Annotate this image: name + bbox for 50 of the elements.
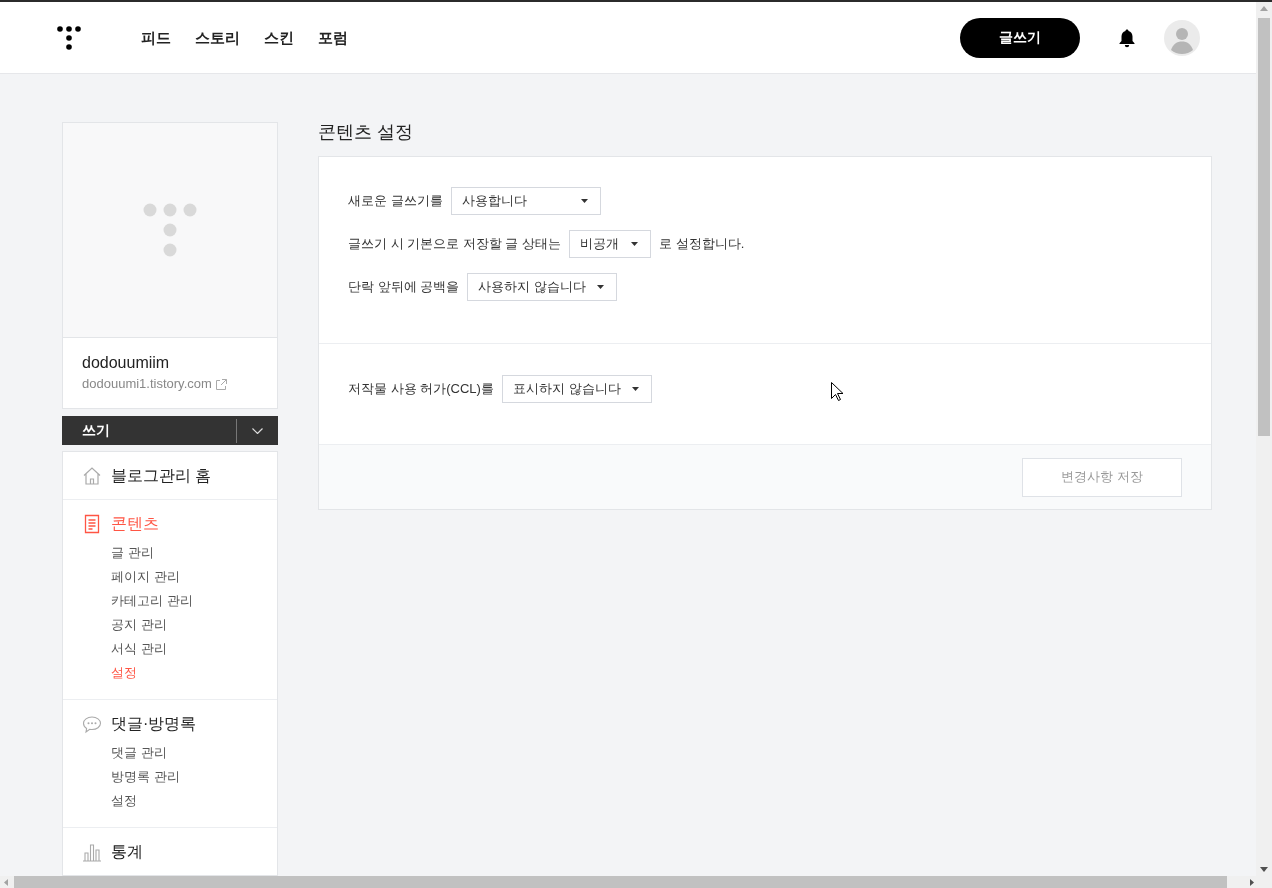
scrollbar-thumb[interactable]: [1258, 18, 1270, 436]
menu-item-link[interactable]: 서식 관리: [111, 637, 167, 661]
caret-down-icon: [597, 285, 605, 289]
speech-bubble-icon: [82, 714, 102, 734]
menu-item-link[interactable]: 방명록 관리: [111, 765, 180, 789]
nav-link[interactable]: 포럼: [318, 27, 348, 48]
write-button[interactable]: 글쓰기: [960, 17, 1080, 58]
menu-item-link[interactable]: 댓글 관리: [111, 741, 167, 765]
blog-name: dodouumiim: [82, 353, 171, 373]
menu-group-link[interactable]: 통계: [111, 841, 143, 863]
nav-link[interactable]: 스킨: [264, 27, 294, 48]
caret-down-icon: [580, 199, 588, 203]
mouse-cursor-icon: [831, 382, 843, 401]
avatar-icon[interactable]: [1164, 19, 1200, 56]
setting-label: 글쓰기 시 기본으로 저장할 글 상태는: [348, 235, 562, 254]
page-title: 콘텐츠 설정: [318, 121, 414, 143]
setting-label: 로 설정합니다.: [659, 235, 745, 254]
logo-icon[interactable]: [57, 25, 81, 50]
home-icon: [82, 466, 102, 486]
chevron-down-icon: [252, 427, 263, 434]
notification-bell-icon[interactable]: [1118, 27, 1136, 48]
menu-item-link[interactable]: 공지 관리: [111, 613, 167, 637]
caret-down-icon: [631, 387, 639, 391]
scroll-right-icon[interactable]: [1250, 878, 1254, 886]
vertical-scrollbar[interactable]: [1256, 2, 1272, 876]
nav-link[interactable]: 피드: [141, 27, 171, 48]
setting-label: 단락 앞뒤에 공백을: [348, 278, 460, 297]
bar-chart-icon: [82, 842, 102, 862]
menu-item-link[interactable]: 글 관리: [111, 541, 154, 565]
dropdown-select[interactable]: 사용하지 않습니다: [467, 273, 618, 301]
setting-label: 새로운 글쓰기를: [348, 192, 443, 211]
menu-item-link[interactable]: 카테고리 관리: [111, 589, 193, 613]
blog-url-link[interactable]: dodouumi1.tistory.com: [82, 375, 212, 393]
scroll-down-icon[interactable]: [1260, 867, 1268, 872]
scroll-up-icon[interactable]: [1260, 6, 1268, 11]
menu-group-link[interactable]: 댓글·방명록: [111, 713, 197, 735]
caret-down-icon: [631, 242, 639, 246]
document-icon: [82, 514, 102, 534]
dropdown-select[interactable]: 비공개: [569, 230, 652, 258]
write-button[interactable]: 쓰기: [62, 416, 236, 445]
menu-group-link[interactable]: 블로그관리 홈: [111, 465, 212, 487]
scroll-left-icon[interactable]: [4, 878, 8, 886]
nav-link[interactable]: 스토리: [195, 27, 240, 48]
menu-item-link[interactable]: 페이지 관리: [111, 565, 180, 589]
dropdown-select[interactable]: 사용합니다: [450, 187, 601, 215]
dropdown-select[interactable]: 표시하지 않습니다: [501, 375, 652, 403]
menu-item-link[interactable]: 설정: [111, 789, 137, 813]
blog-logo-icon: [143, 203, 197, 257]
external-link-icon[interactable]: [215, 378, 227, 390]
setting-label: 저작물 사용 허가(CCL)를: [348, 380, 494, 399]
